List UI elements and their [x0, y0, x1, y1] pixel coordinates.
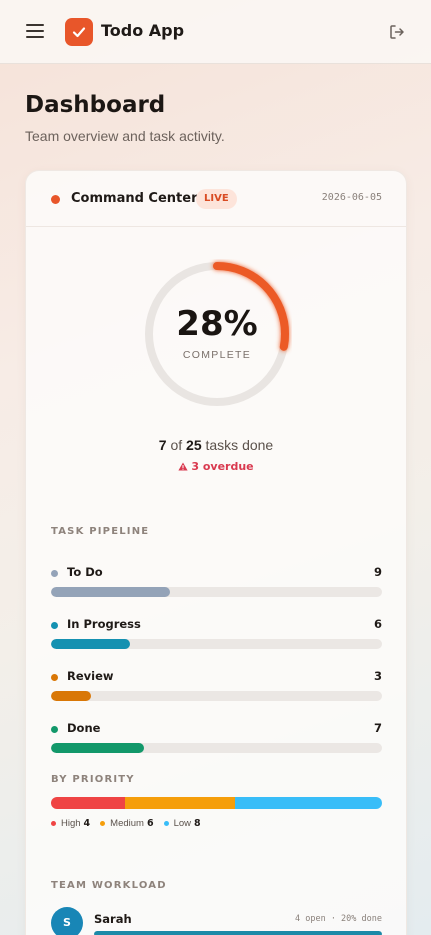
priority-segment-high — [51, 797, 125, 809]
tasks-done-suffix: tasks done — [205, 437, 274, 453]
pipeline-track — [51, 639, 382, 649]
pipeline-name: In Progress — [67, 617, 141, 631]
legend-dot — [51, 820, 56, 826]
app-title: Todo App — [101, 21, 185, 40]
checkmark-icon — [72, 27, 86, 38]
card-header: Command Center LIVE 2026-06-05 — [26, 171, 406, 227]
card-date: 2026-06-05 — [321, 192, 382, 203]
priority-segment-low — [234, 797, 382, 809]
priority-legend: High 4 Medium 6 Low 8 — [51, 816, 211, 830]
pipeline-fill — [51, 691, 91, 701]
avatar[interactable]: S — [51, 907, 83, 935]
legend-name: Medium — [110, 817, 144, 829]
command-center-card: Command Center LIVE 2026-06-05 28% COMPL… — [25, 170, 407, 935]
pipeline-row-review: Review 3 — [51, 669, 382, 709]
legend-name: High — [61, 817, 81, 829]
tasks-done-count: 7 — [158, 437, 167, 453]
tasks-total-count: 25 — [186, 437, 202, 453]
pipeline-track — [51, 691, 382, 701]
pipeline-dot — [51, 726, 58, 733]
pipeline-track — [51, 743, 382, 753]
priority-segment-medium — [124, 797, 235, 809]
tasks-done-summary: 7 of 25 tasks done — [26, 437, 406, 453]
live-badge: LIVE — [196, 189, 237, 209]
pipeline-row-done: Done 7 — [51, 721, 382, 761]
pipeline-dot — [51, 622, 58, 629]
pipeline-fill — [51, 587, 171, 597]
task-pipeline-label: TASK PIPELINE — [51, 526, 150, 537]
live-indicator-dot — [51, 195, 60, 204]
team-workload-label: TEAM WORKLOAD — [51, 880, 167, 891]
warning-icon — [178, 462, 188, 471]
pipeline-count: 7 — [373, 721, 382, 735]
pipeline-name: Review — [67, 669, 114, 683]
overdue-text: 3 overdue — [191, 460, 254, 473]
by-priority-label: BY PRIORITY — [51, 774, 135, 785]
workload-member-stats: 4 open · 20% done — [295, 914, 382, 924]
pipeline-dot — [51, 570, 58, 577]
pipeline-name: Done — [67, 721, 101, 735]
top-bar: Todo App — [0, 0, 431, 64]
legend-item-medium: Medium 6 — [100, 817, 154, 829]
pipeline-count: 3 — [373, 669, 382, 683]
progress-label: COMPLETE — [182, 349, 252, 361]
pipeline-row-in-progress: In Progress 6 — [51, 617, 382, 657]
card-title: Command Center — [71, 191, 198, 206]
legend-count: 6 — [146, 817, 154, 829]
workload-fill — [94, 931, 382, 935]
progress-percent: 28% — [176, 304, 258, 344]
app-logo — [65, 18, 93, 46]
pipeline-dot — [51, 674, 58, 681]
pipeline-name: To Do — [67, 565, 103, 579]
hamburger-menu-icon[interactable] — [26, 24, 44, 40]
workload-member-name: Sarah — [94, 912, 132, 926]
legend-count: 4 — [83, 817, 91, 829]
workload-track — [94, 931, 382, 935]
tasks-of-word: of — [170, 437, 183, 453]
page-subtitle: Team overview and task activity. — [25, 128, 225, 144]
pipeline-fill — [51, 639, 131, 649]
pipeline-fill — [51, 743, 144, 753]
legend-dot — [163, 820, 169, 826]
page-title: Dashboard — [25, 92, 166, 118]
legend-name: Low — [173, 817, 192, 829]
logout-icon[interactable] — [388, 23, 406, 41]
pipeline-track — [51, 587, 382, 597]
pipeline-count: 9 — [373, 565, 382, 579]
pipeline-count: 6 — [373, 617, 382, 631]
legend-dot — [100, 820, 106, 826]
priority-bar — [51, 797, 382, 809]
legend-count: 8 — [194, 817, 201, 829]
legend-item-low: Low 8 — [163, 817, 201, 829]
overdue-indicator: 3 overdue — [26, 460, 406, 473]
legend-item-high: High 4 — [51, 818, 90, 829]
pipeline-row-todo: To Do 9 — [51, 565, 382, 605]
